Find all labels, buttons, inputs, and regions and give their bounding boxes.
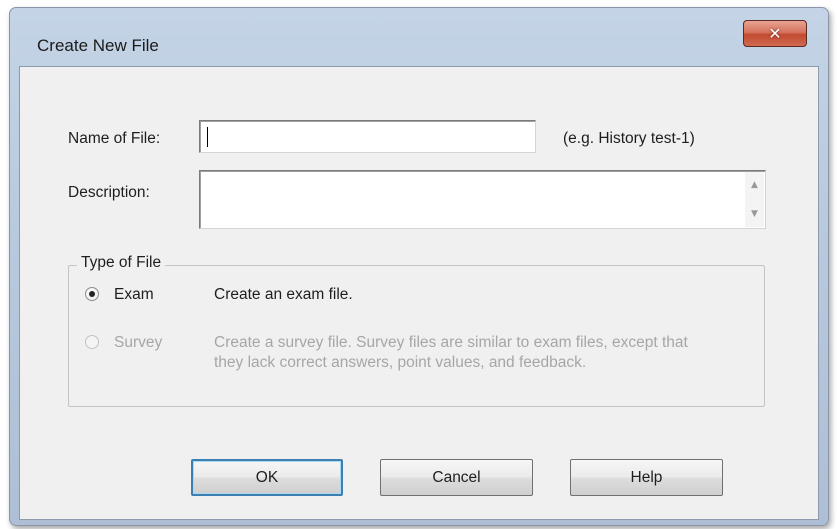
exam-radio[interactable] — [85, 287, 99, 301]
dialog-title: Create New File — [37, 36, 159, 55]
dialog-client-area: Name of File: (e.g. History test-1) Desc… — [19, 66, 819, 520]
name-of-file-input[interactable] — [199, 120, 536, 153]
description-field[interactable]: ▲ ▼ — [199, 170, 766, 229]
description-scrollbar[interactable]: ▲ ▼ — [745, 172, 764, 227]
survey-description-line2: they lack correct answers, point values,… — [214, 354, 587, 371]
description-label: Description: — [68, 184, 150, 201]
create-new-file-dialog: Create New File ✕ Name of File: (e.g. Hi… — [9, 7, 829, 526]
name-of-file-label: Name of File: — [68, 130, 161, 147]
close-button[interactable]: ✕ — [743, 20, 807, 47]
description-textarea[interactable] — [202, 173, 743, 226]
survey-description-line1: Create a survey file. Survey files are s… — [214, 334, 688, 351]
help-button[interactable]: Help — [570, 459, 723, 496]
text-caret — [207, 127, 208, 147]
exam-radio-label[interactable]: Exam — [114, 285, 154, 305]
title-bar[interactable]: Create New File ✕ — [10, 8, 828, 60]
exam-description: Create an exam file. — [214, 286, 353, 303]
cancel-button[interactable]: Cancel — [380, 459, 533, 496]
type-of-file-legend: Type of File — [77, 254, 166, 272]
survey-radio-label[interactable]: Survey — [114, 333, 162, 353]
survey-radio[interactable] — [85, 335, 99, 349]
type-of-file-group: Type of File Exam Create an exam file. S… — [68, 254, 765, 407]
name-of-file-hint: (e.g. History test-1) — [563, 130, 695, 147]
chevron-up-icon[interactable]: ▲ — [745, 174, 764, 196]
close-icon: ✕ — [768, 23, 782, 43]
ok-button[interactable]: OK — [191, 459, 343, 496]
chevron-down-icon[interactable]: ▼ — [745, 203, 764, 225]
